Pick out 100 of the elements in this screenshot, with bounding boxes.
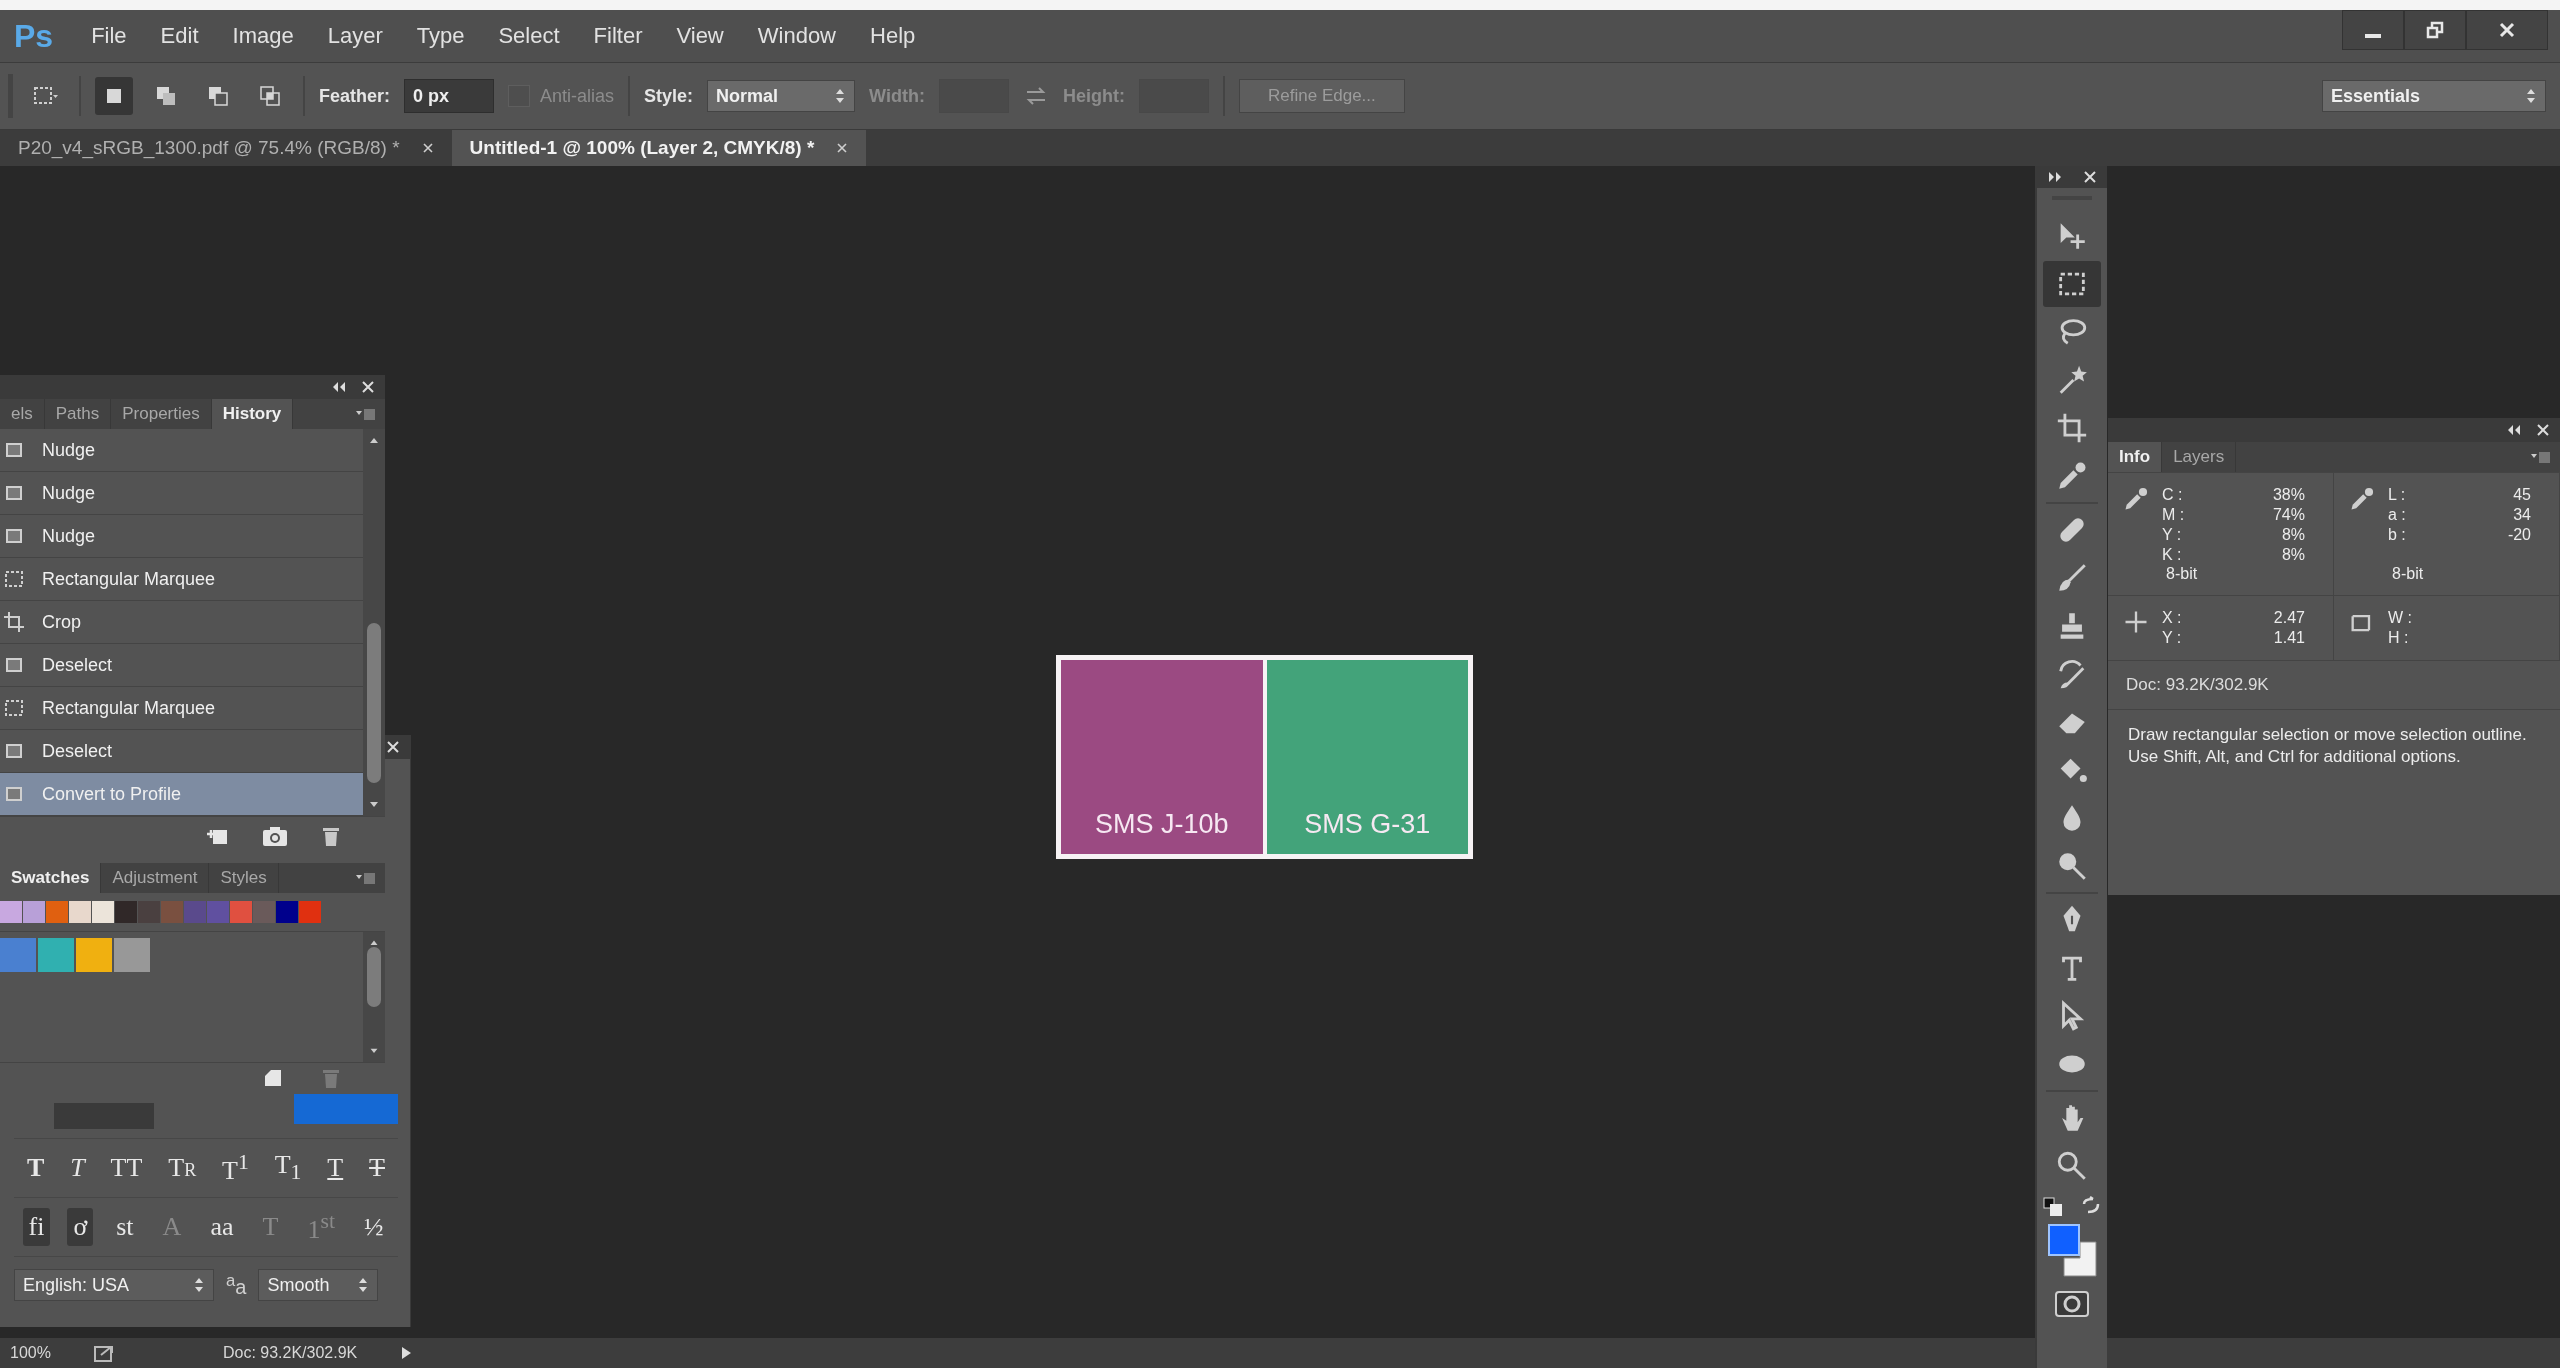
close-icon[interactable] [361, 380, 375, 394]
swatch[interactable] [23, 901, 45, 923]
feather-label: Feather: [319, 85, 390, 107]
menu-item[interactable]: Select [498, 23, 560, 49]
panel-menu-icon[interactable] [2530, 450, 2552, 464]
type-feature-button[interactable]: aa [204, 1208, 240, 1246]
text-style-button[interactable]: TT [104, 1149, 149, 1187]
close-icon[interactable] [2536, 423, 2550, 437]
swatch[interactable] [299, 901, 321, 923]
swatch[interactable] [69, 901, 91, 923]
menu-item[interactable]: Help [870, 23, 916, 49]
close-icon[interactable] [421, 142, 434, 154]
info-label: K : [2162, 545, 2182, 565]
swatch[interactable] [0, 901, 22, 923]
tool-button[interactable] [2043, 261, 2101, 307]
collapse-icon[interactable] [331, 381, 347, 393]
panel-menu-icon[interactable] [355, 871, 377, 885]
text-style-button[interactable]: T [321, 1149, 350, 1187]
info-label: H : [2388, 628, 2409, 648]
menu-item[interactable]: Layer [327, 23, 383, 49]
collapse-icon[interactable] [2506, 424, 2522, 436]
swatch[interactable] [115, 901, 137, 923]
restore-button[interactable] [2404, 10, 2466, 50]
type-feature-button[interactable]: st [110, 1208, 140, 1246]
panel-menu-icon[interactable] [355, 407, 377, 421]
panel-tab[interactable]: Info [2108, 442, 2163, 472]
foreground-color-swatch[interactable] [2048, 1224, 2080, 1256]
text-color-swatch[interactable] [294, 1094, 398, 1124]
swatch[interactable] [38, 938, 74, 972]
close-icon[interactable] [2083, 170, 2097, 184]
history-item[interactable]: Nudge [0, 515, 363, 558]
expand-icon[interactable] [2047, 171, 2063, 183]
info-label: C : [2162, 485, 2183, 505]
menu-item[interactable]: View [676, 23, 724, 49]
swatch[interactable] [207, 901, 229, 923]
type-feature-button[interactable]: fi [22, 1208, 51, 1246]
document-tab[interactable]: P20_v4_sRGB_1300.pdf @ 75.4% (RGB/8) * [0, 130, 452, 166]
anti-alias-dropdown[interactable]: Smooth [258, 1269, 379, 1301]
background-color-swatch[interactable] [2063, 1241, 2097, 1277]
selection-mode-button[interactable] [95, 77, 133, 115]
swatch[interactable] [138, 901, 160, 923]
info-label: Y : [2162, 628, 2182, 648]
camera-icon[interactable] [261, 824, 289, 848]
history-item[interactable]: Nudge [0, 472, 363, 515]
workspace-dropdown[interactable]: Essentials [2322, 80, 2546, 112]
default-colors-icon[interactable] [2042, 1196, 2064, 1218]
scrollbar[interactable] [363, 932, 385, 1062]
panel-tab[interactable]: Swatches [0, 863, 102, 893]
swatch[interactable] [276, 901, 298, 923]
size-field[interactable] [54, 1103, 154, 1129]
close-icon[interactable] [836, 142, 849, 154]
language-dropdown[interactable]: English: USA [14, 1269, 214, 1301]
document-tab[interactable]: Untitled-1 @ 100% (Layer 2, CMYK/8) * [451, 130, 867, 166]
document-size: Doc: 93.2K/302.9K [222, 1344, 358, 1362]
menu-item[interactable]: Image [232, 23, 294, 49]
feather-field[interactable]: 0 px [404, 79, 494, 113]
zoom-level[interactable]: 100% [10, 1344, 51, 1362]
minimize-button[interactable] [2342, 10, 2404, 50]
text-style-button[interactable]: T [363, 1149, 391, 1187]
menu-item[interactable]: Window [757, 23, 836, 49]
panel-tab[interactable]: Paths [44, 399, 112, 429]
panel-tab[interactable]: Layers [2162, 442, 2237, 472]
menu-item[interactable]: Type [416, 23, 465, 49]
swatch[interactable] [114, 938, 150, 972]
panel-tab[interactable]: Adjustment [101, 863, 210, 893]
swatch[interactable] [230, 901, 252, 923]
panel-tab[interactable]: Styles [209, 863, 279, 893]
type-feature-button[interactable]: ơ [67, 1208, 94, 1246]
panel-tab[interactable]: Properties [111, 399, 212, 429]
history-item[interactable]: Deselect [0, 644, 363, 687]
swatch[interactable] [76, 938, 112, 972]
swatch[interactable] [46, 901, 68, 923]
swatch[interactable] [92, 901, 114, 923]
history-item[interactable]: Nudge [0, 429, 363, 472]
swatch[interactable] [161, 901, 183, 923]
swatch[interactable] [0, 938, 36, 972]
type-feature-button[interactable]: ½ [357, 1208, 390, 1246]
panel-tab[interactable]: els [0, 399, 45, 429]
swatch[interactable] [253, 901, 275, 923]
close-icon[interactable] [386, 740, 400, 754]
scrollbar[interactable] [363, 429, 385, 816]
text-style-button[interactable]: T$_{1}$ [268, 1146, 308, 1190]
menu-item[interactable]: Filter [593, 23, 643, 49]
text-style-button[interactable]: T [20, 1149, 51, 1187]
updown-arrows-icon [357, 1276, 370, 1294]
menu-item[interactable]: Edit [160, 23, 199, 49]
minimize-icon [2365, 34, 2381, 38]
history-item[interactable]: Crop [0, 601, 363, 644]
text-style-button[interactable]: Tr [162, 1149, 203, 1187]
swatch-label: SMS J-10b [1094, 809, 1229, 840]
text-style-button[interactable]: T [64, 1149, 91, 1187]
menu-item[interactable]: File [91, 23, 127, 49]
text-style-button[interactable]: T$^{1}$ [216, 1146, 255, 1190]
quick-mask-icon[interactable] [2054, 1290, 2090, 1318]
style-dropdown[interactable]: Normal [707, 80, 856, 112]
panel-tab[interactable]: History [211, 399, 294, 429]
swatch[interactable] [184, 901, 206, 923]
history-item[interactable]: Rectangular Marquee [0, 687, 363, 730]
history-item[interactable]: Rectangular Marquee [0, 558, 363, 601]
close-button[interactable] [2466, 10, 2548, 50]
